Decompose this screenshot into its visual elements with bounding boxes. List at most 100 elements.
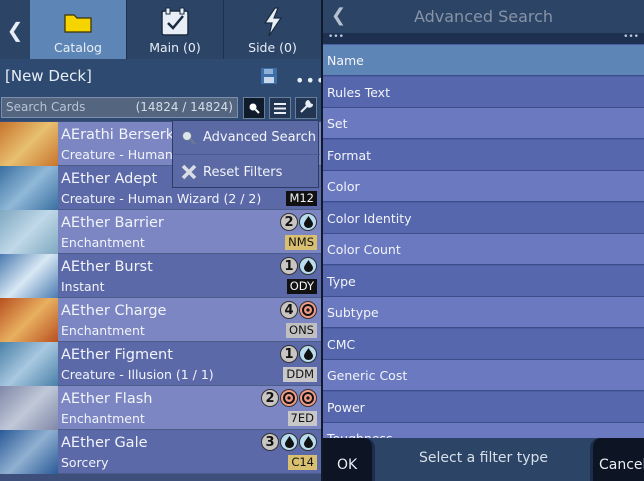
scroll-grip-icon: •••	[623, 32, 639, 42]
filter-type-item[interactable]: Type	[323, 265, 644, 297]
deck-bar: [New Deck] •••	[0, 59, 321, 95]
search-dropdown-menu: Advanced Search Reset Filters	[172, 120, 320, 189]
search-input[interactable]: Search Cards (14824 / 14824)	[1, 97, 238, 118]
card-name: AEther Gale	[61, 435, 148, 451]
set-badge: ONS	[286, 323, 317, 338]
filter-type-list[interactable]: Name Rules Text Set Format Color Color Identi…	[323, 45, 644, 438]
generic-mana-icon: 2	[261, 389, 279, 407]
set-badge: NMS	[285, 235, 317, 250]
blue-mana-icon	[280, 433, 298, 451]
menu-item-label: Reset Filters	[203, 164, 283, 180]
deck-title[interactable]: [New Deck]	[5, 67, 92, 85]
tab-side[interactable]: Side (0)	[224, 0, 321, 59]
set-badge: DDM	[283, 367, 317, 382]
card-art-thumbnail	[0, 122, 58, 166]
filter-type-item[interactable]: Subtype	[323, 297, 644, 328]
ok-button[interactable]: OK	[323, 438, 375, 481]
cancel-button[interactable]: Cancel	[590, 438, 644, 481]
search-count: (14824 / 14824)	[135, 100, 233, 114]
tab-label: Catalog	[53, 40, 102, 55]
card-art-thumbnail	[0, 254, 58, 298]
tab-main[interactable]: Main (0)	[127, 0, 223, 59]
mana-cost: 1	[280, 257, 317, 275]
scroll-grip-icon: •••	[328, 32, 344, 42]
set-badge: ODY	[286, 279, 317, 294]
card-art-thumbnail	[0, 386, 58, 430]
filter-type-item[interactable]: Toughness	[323, 423, 644, 438]
generic-mana-icon: 4	[280, 301, 298, 319]
filter-type-item[interactable]: Color Identity	[323, 202, 644, 234]
filter-type-item[interactable]: Set	[323, 108, 644, 139]
save-icon[interactable]	[260, 67, 278, 89]
tab-catalog[interactable]: Catalog	[30, 0, 126, 59]
card-row[interactable]: AEther Burst Instant 1 ODY	[0, 254, 321, 298]
blue-mana-icon	[299, 345, 317, 363]
wrench-icon	[299, 99, 314, 118]
tab-bar: ❮ Catalog Main (0) Side (0)	[0, 0, 321, 59]
blue-mana-icon	[299, 213, 317, 231]
card-name: AEther Charge	[61, 303, 167, 319]
card-type: Instant	[61, 279, 105, 294]
filter-type-item[interactable]: Generic Cost	[323, 360, 644, 391]
tab-label: Side (0)	[248, 40, 297, 55]
card-type: Sorcery	[61, 455, 109, 470]
set-badge: 7ED	[287, 411, 317, 426]
card-type: Enchantment	[61, 411, 145, 426]
card-art-thumbnail	[0, 430, 58, 474]
blue-mana-icon	[299, 257, 317, 275]
reset-icon	[178, 164, 200, 180]
card-art-thumbnail	[0, 210, 58, 254]
chevron-left-icon: ❮	[6, 17, 24, 42]
mana-cost: 2	[261, 389, 317, 407]
blue-mana-icon	[299, 433, 317, 451]
card-art-thumbnail	[0, 166, 58, 210]
card-name: AEther Barrier	[61, 215, 164, 231]
card-name: AEther Figment	[61, 347, 173, 363]
card-name: AEther Flash	[61, 391, 153, 407]
advanced-search-header: ❮ Advanced Search	[323, 0, 644, 33]
search-icon	[248, 99, 260, 118]
advanced-search-panel: ❮ Advanced Search ••• ••• Name Rules Text…	[323, 0, 644, 481]
filter-type-item[interactable]: Color Count	[323, 234, 644, 265]
search-options-button[interactable]	[243, 97, 265, 119]
set-badge: C14	[288, 455, 317, 470]
card-art-thumbnail	[0, 298, 58, 342]
mana-cost: 2	[280, 213, 317, 231]
filter-type-item[interactable]: Name	[323, 45, 644, 76]
checkbox-icon	[160, 7, 190, 37]
filter-type-item[interactable]: Power	[323, 391, 644, 423]
card-art-thumbnail	[0, 342, 58, 386]
mana-cost: 4	[280, 301, 317, 319]
reset-filters-item[interactable]: Reset Filters	[173, 155, 320, 189]
generic-mana-icon: 2	[280, 213, 298, 231]
card-row[interactable]: AEther Flash Enchantment 2 7ED	[0, 386, 321, 430]
list-view-button[interactable]	[269, 97, 291, 119]
red-mana-icon	[280, 389, 298, 407]
red-mana-icon	[299, 301, 317, 319]
card-row[interactable]: AEther Charge Enchantment 4 ONS	[0, 298, 321, 342]
folder-icon	[64, 7, 92, 37]
search-placeholder: Search Cards	[6, 100, 86, 114]
filter-type-item[interactable]: Format	[323, 139, 644, 171]
filter-type-item[interactable]: Color	[323, 171, 644, 202]
red-mana-icon	[299, 389, 317, 407]
generic-mana-icon: 1	[280, 345, 298, 363]
card-type: Enchantment	[61, 323, 145, 338]
search-row: Search Cards (14824 / 14824)	[0, 95, 321, 121]
more-options-icon[interactable]: •••	[295, 71, 321, 90]
tab-label: Main (0)	[149, 40, 201, 55]
card-row[interactable]: AEther Figment Creature - Illusion (1 / 1…	[0, 342, 321, 386]
set-badge: M12	[286, 191, 317, 206]
filter-type-item[interactable]: CMC	[323, 328, 644, 360]
card-type: Creature - Illusion (1 / 1)	[61, 367, 214, 382]
back-button[interactable]: ❮	[0, 0, 30, 59]
card-name: AErathi Berserker	[61, 127, 189, 143]
mana-cost: 1	[280, 345, 317, 363]
scroll-handle[interactable]: ••• •••	[323, 32, 644, 44]
card-row[interactable]: AEther Gale Sorcery 3 C14	[0, 430, 321, 474]
advanced-search-item[interactable]: Advanced Search	[173, 121, 320, 155]
settings-button[interactable]	[295, 97, 317, 119]
dialog-footer: Select a filter type OK Cancel	[323, 438, 644, 481]
filter-type-item[interactable]: Rules Text	[323, 76, 644, 108]
card-row[interactable]: AEther Barrier Enchantment 2 NMS	[0, 210, 321, 254]
